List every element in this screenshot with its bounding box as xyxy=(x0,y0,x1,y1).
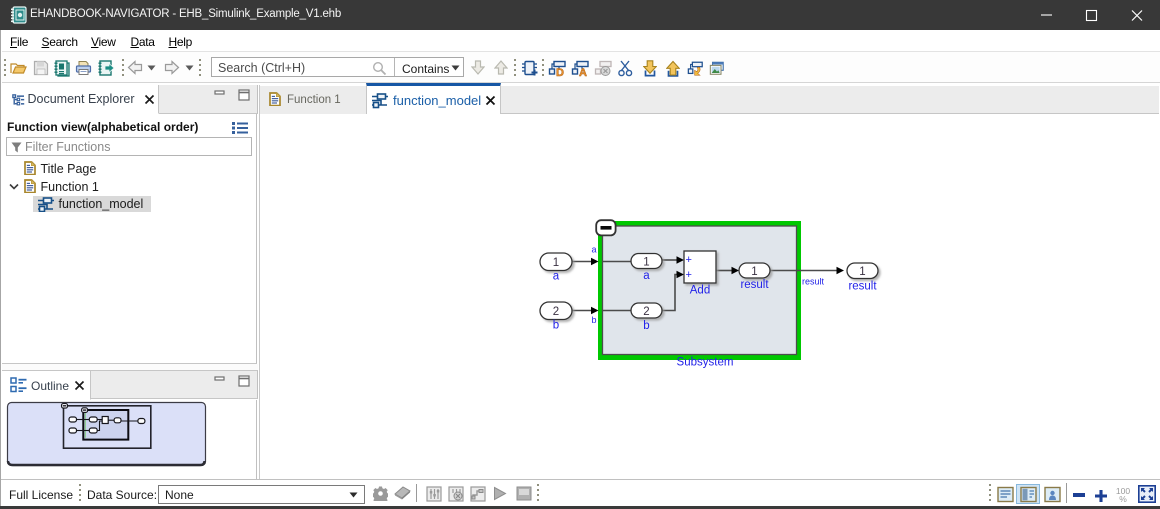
svg-text:a: a xyxy=(591,245,596,255)
svg-text:1: 1 xyxy=(553,257,559,269)
svg-text:1: 1 xyxy=(751,266,757,278)
svg-text:+: + xyxy=(686,254,692,266)
svg-text:1: 1 xyxy=(859,266,865,278)
svg-text:D: D xyxy=(556,67,564,77)
svg-text:a: a xyxy=(643,270,650,282)
svg-text:2: 2 xyxy=(553,306,559,318)
svg-text:a: a xyxy=(553,271,560,283)
svg-text:result: result xyxy=(740,279,769,291)
svg-text:result: result xyxy=(802,277,825,287)
svg-text:1: 1 xyxy=(643,257,649,269)
svg-text:b: b xyxy=(643,320,649,332)
svg-text:+: + xyxy=(686,269,692,281)
svg-text:2: 2 xyxy=(643,306,649,318)
svg-text:A: A xyxy=(579,67,587,77)
svg-text:b: b xyxy=(591,315,596,325)
svg-text:Subsystem: Subsystem xyxy=(677,357,734,369)
svg-text:Add: Add xyxy=(690,285,710,297)
svg-text:result: result xyxy=(848,281,877,293)
svg-text:b: b xyxy=(553,320,559,332)
